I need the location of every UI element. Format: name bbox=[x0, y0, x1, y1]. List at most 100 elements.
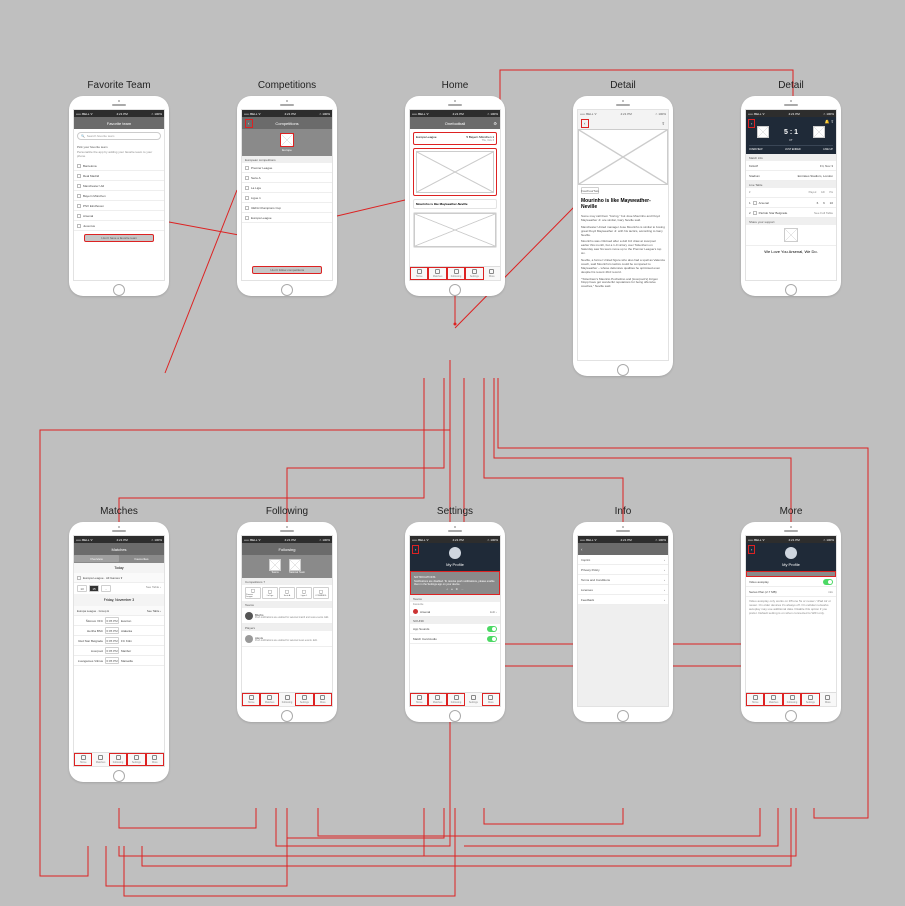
tab-following[interactable]: Following bbox=[279, 693, 295, 706]
tab-settings[interactable]: Settings bbox=[465, 267, 483, 280]
fixture-row[interactable]: Lvangames Vilnius6:05 PMMarseille bbox=[74, 656, 164, 666]
hero-story-card[interactable] bbox=[413, 148, 497, 196]
hardware-home[interactable] bbox=[449, 284, 461, 296]
label-favorite: Favorite Team bbox=[69, 80, 169, 91]
back-button[interactable]: ‹ bbox=[748, 119, 755, 128]
comp-row[interactable]: La Liga bbox=[242, 183, 332, 193]
comp-row[interactable]: Premier League bbox=[242, 163, 332, 173]
toggle-match-audio[interactable] bbox=[487, 636, 497, 642]
tab-home[interactable]: Home bbox=[746, 693, 764, 706]
back-button[interactable]: ‹ bbox=[748, 545, 755, 554]
info-row[interactable]: Imprint› bbox=[578, 555, 668, 565]
seg-overview[interactable]: Overview bbox=[74, 555, 119, 562]
comp-row[interactable]: Ligue 1 bbox=[242, 193, 332, 203]
tab-more[interactable]: More bbox=[314, 693, 332, 706]
fixture-row[interactable]: Hertha BSC6:05 PMAtalanta bbox=[74, 626, 164, 636]
tab-more[interactable]: More bbox=[484, 267, 500, 280]
hardware-home[interactable] bbox=[617, 364, 629, 376]
comp-row[interactable]: UEFA Champions Cup bbox=[242, 203, 332, 213]
comp-row[interactable]: Serie A bbox=[242, 173, 332, 183]
away-crest-icon bbox=[813, 126, 825, 138]
seg-favourites[interactable]: Favourites bbox=[119, 555, 164, 562]
hardware-home[interactable] bbox=[113, 770, 125, 782]
fixture-row[interactable]: Štúrovo VFC6:05 PMEverton bbox=[74, 616, 164, 626]
tab-settings[interactable]: Settings bbox=[465, 693, 481, 706]
search-input[interactable]: 🔍 Search favorite team bbox=[77, 132, 161, 140]
fixture-row[interactable]: Red Star Belgrade6:05 PMFC Köln bbox=[74, 636, 164, 646]
story-headline[interactable]: Mourinho is like Mayweather-Neville bbox=[416, 202, 494, 206]
tab-home[interactable]: Home bbox=[410, 693, 428, 706]
avatar-icon bbox=[449, 547, 461, 559]
info-row[interactable]: Terms and Conditions› bbox=[578, 575, 668, 585]
info-row[interactable]: Licenses› bbox=[578, 585, 668, 595]
toggle-app-sounds[interactable] bbox=[487, 626, 497, 632]
hardware-home[interactable] bbox=[281, 284, 293, 296]
screen-matches: ••••• BELL ᯤ4:21 PM⎍ 100% Matches Overvi… bbox=[69, 522, 169, 782]
tab-following[interactable]: Following bbox=[783, 693, 801, 706]
info-row[interactable]: Feedback› bbox=[578, 595, 668, 605]
tab-settings[interactable]: Settings bbox=[127, 753, 145, 766]
skip-competitions-button[interactable]: I don't follow competitions bbox=[252, 266, 322, 274]
hardware-home[interactable] bbox=[449, 710, 461, 722]
tab-home[interactable]: Home bbox=[74, 753, 92, 766]
noti-icon[interactable]: ≡ bbox=[451, 588, 453, 591]
settings-icon[interactable]: ⚙ bbox=[493, 121, 497, 126]
noti-icon[interactable]: ⚙ bbox=[456, 588, 458, 591]
noti-icon[interactable]: … bbox=[461, 588, 464, 591]
hardware-home[interactable] bbox=[785, 284, 797, 296]
navbar: Favorite team bbox=[74, 117, 164, 129]
tab-settings[interactable]: Settings bbox=[295, 693, 313, 706]
tab-following[interactable]: Following bbox=[447, 693, 465, 706]
hardware-home[interactable] bbox=[113, 284, 125, 296]
team-row[interactable]: Manchester Utd bbox=[74, 181, 164, 191]
fixture-row[interactable]: Liverpool6:05 PMMaribor bbox=[74, 646, 164, 656]
back-button[interactable]: ‹ bbox=[412, 545, 419, 554]
team-row[interactable]: Bayern München bbox=[74, 191, 164, 201]
tab-matches[interactable]: Matches bbox=[764, 693, 782, 706]
team-row[interactable]: Arsenal bbox=[74, 211, 164, 221]
tab-matches[interactable]: Matches bbox=[428, 693, 446, 706]
tab-more[interactable]: More bbox=[820, 693, 836, 706]
tab-home[interactable]: Home bbox=[410, 267, 428, 280]
team-row[interactable]: Barcelona bbox=[74, 161, 164, 171]
team-row[interactable]: PSV Eindhoven bbox=[74, 201, 164, 211]
screen-competitions: ••••• BELL ᯤ4:21 PM⎍ 100% ‹ Competitions… bbox=[237, 96, 337, 296]
article-title: Mourinho is like Mayweather-Neville bbox=[578, 196, 668, 212]
tab-matches[interactable]: Matches bbox=[428, 267, 446, 280]
skip-favorite-button[interactable]: I don't have a favorite team bbox=[84, 234, 154, 242]
hardware-home[interactable] bbox=[281, 710, 293, 722]
search-icon: 🔍 bbox=[81, 134, 85, 138]
screen-more: ••••• BELL ᯤ4:21 PM⎍ 100% ‹ My Profile V… bbox=[741, 522, 841, 722]
noti-icon[interactable]: ⌂ bbox=[446, 588, 448, 591]
back-button[interactable]: ‹ bbox=[581, 119, 589, 128]
story-card[interactable] bbox=[413, 212, 497, 248]
see-table-link[interactable]: See Table › bbox=[146, 585, 161, 592]
match-info-hdr: Match info bbox=[746, 154, 836, 161]
tab-following[interactable]: Following bbox=[109, 753, 127, 766]
back-button[interactable]: ‹ bbox=[581, 547, 583, 552]
tab-matches[interactable]: Matches bbox=[260, 693, 278, 706]
autoplay-desc: Video autoplay only works on iPhone 5s o… bbox=[746, 597, 836, 619]
hardware-home[interactable] bbox=[785, 710, 797, 722]
tab-following[interactable]: Following bbox=[447, 267, 465, 280]
hardware-home[interactable] bbox=[617, 710, 629, 722]
tab-more[interactable]: More bbox=[146, 753, 164, 766]
article-hero bbox=[578, 129, 668, 185]
region-tile[interactable] bbox=[280, 133, 294, 147]
bell-icon[interactable]: 🔔 ⇪ bbox=[825, 119, 834, 124]
team-row[interactable]: Real Madrid bbox=[74, 171, 164, 181]
label-home: Home bbox=[405, 80, 505, 91]
info-row[interactable]: Privacy Policy› bbox=[578, 565, 668, 575]
tab-settings[interactable]: Settings bbox=[801, 693, 819, 706]
live-score-card[interactable]: Europa League 5 Bayern München 1 Thu, No… bbox=[413, 132, 497, 145]
tab-matches[interactable]: Matches bbox=[92, 753, 108, 766]
tab-more[interactable]: More bbox=[482, 693, 500, 706]
source-chip[interactable]: FourFourTwo bbox=[581, 187, 599, 194]
screen-detail-article: ••••• BELL ᯤ4:21 PM⎍ 100% ‹ ⇪ FourFourTw… bbox=[573, 96, 673, 376]
back-button[interactable]: ‹ bbox=[245, 119, 253, 128]
team-row[interactable]: Juventus bbox=[74, 221, 164, 231]
toggle-autoplay[interactable] bbox=[823, 579, 833, 585]
comp-row[interactable]: Europa League bbox=[242, 213, 332, 223]
share-icon[interactable]: ⇪ bbox=[662, 121, 665, 126]
tab-home[interactable]: Home bbox=[242, 693, 260, 706]
